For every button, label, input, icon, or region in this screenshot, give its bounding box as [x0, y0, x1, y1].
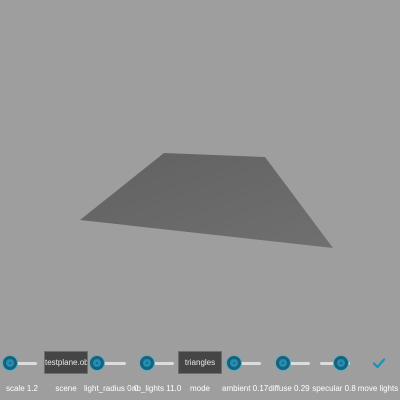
scene-canvas[interactable] — [0, 0, 400, 340]
slider-knob[interactable] — [276, 356, 290, 370]
move-lights-checkbox[interactable] — [371, 355, 387, 371]
specular-label: specular 0.8 — [312, 384, 356, 393]
nb-lights-label: nb_lights 11.0 — [132, 384, 182, 393]
light-radius-slider[interactable] — [90, 356, 126, 370]
mode-dropdown[interactable]: triangles — [178, 351, 222, 374]
specular-slider[interactable] — [320, 356, 350, 370]
nb-lights-slider[interactable] — [140, 356, 174, 370]
move-lights-label: move lights — [357, 384, 399, 393]
slider-knob[interactable] — [227, 356, 241, 370]
control-bar: scale 1.2 testplane.obj scene light_radi… — [0, 345, 400, 400]
ambient-label: ambient 0.17 — [222, 384, 269, 393]
scene-dropdown[interactable]: testplane.obj — [44, 351, 88, 374]
slider-knob[interactable] — [90, 356, 104, 370]
3d-viewport[interactable] — [0, 0, 400, 340]
ambient-slider[interactable] — [227, 356, 261, 370]
scene-label: scene — [55, 384, 77, 393]
slider-knob[interactable] — [334, 356, 348, 370]
plane-mesh — [80, 153, 333, 248]
scale-label: scale 1.2 — [5, 384, 39, 393]
scale-slider[interactable] — [3, 356, 37, 370]
checkmark-icon — [372, 358, 386, 369]
light-radius-label: light_radius 0.0 — [84, 384, 139, 393]
slider-knob[interactable] — [3, 356, 17, 370]
slider-knob[interactable] — [140, 356, 154, 370]
diffuse-slider[interactable] — [276, 356, 310, 370]
mode-label: mode — [189, 384, 210, 393]
app-window: scale 1.2 testplane.obj scene light_radi… — [0, 0, 400, 400]
diffuse-label: diffuse 0.29 — [268, 384, 310, 393]
